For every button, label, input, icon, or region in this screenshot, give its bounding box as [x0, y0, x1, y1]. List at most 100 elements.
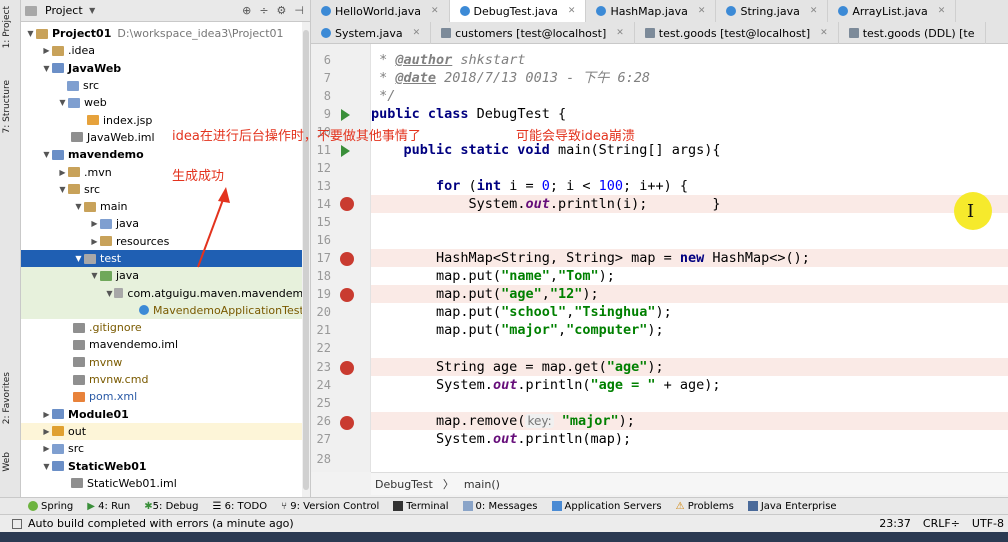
- tree-row[interactable]: ▼ java: [21, 267, 310, 285]
- chevron-down-icon[interactable]: ▼: [73, 202, 84, 211]
- tab-helloworld[interactable]: HelloWorld.java ✕: [311, 0, 450, 22]
- tree-row[interactable]: mavendemo.iml: [21, 336, 310, 353]
- close-icon[interactable]: ✕: [810, 6, 818, 16]
- tree-row[interactable]: ▼ src: [21, 181, 310, 198]
- favorites-tool-tab[interactable]: 2: Favorites: [2, 372, 12, 424]
- tree-row[interactable]: ▼ com.atguigu.maven.mavendemo: [21, 284, 310, 302]
- chevron-down-icon[interactable]: ▼: [25, 29, 36, 38]
- code-editor[interactable]: * @author shkstart * @date 2018/7/13 001…: [371, 44, 1008, 472]
- problems-tool-button[interactable]: ⚠ Problems: [676, 501, 734, 512]
- tree-row[interactable]: src: [21, 77, 310, 94]
- terminal-tool-button[interactable]: Terminal: [393, 500, 449, 512]
- chevron-down-icon[interactable]: ▼: [41, 150, 52, 159]
- tree-row[interactable]: ▶ Module01: [21, 406, 310, 423]
- status-icon[interactable]: [12, 518, 22, 529]
- chevron-down-icon[interactable]: ▼: [57, 185, 68, 194]
- tree-row[interactable]: ▶ resources: [21, 233, 310, 250]
- chevron-right-icon[interactable]: ▶: [41, 427, 52, 436]
- tab-debugtest[interactable]: DebugTest.java ✕: [449, 0, 587, 22]
- breakpoint-icon[interactable]: [340, 197, 354, 211]
- breakpoint-icon[interactable]: [340, 288, 354, 302]
- close-icon[interactable]: ✕: [568, 6, 576, 16]
- tree-row[interactable]: MavendemoApplicationTests: [21, 301, 310, 320]
- tree-row[interactable]: mvnw: [21, 354, 310, 371]
- status-message[interactable]: Auto build completed with errors (a minu…: [28, 517, 294, 530]
- tree-row[interactable]: .gitignore: [21, 319, 310, 336]
- breakpoint-icon[interactable]: [340, 416, 354, 430]
- todo-tool-button[interactable]: ☰ 6: TODO: [212, 501, 267, 512]
- close-icon[interactable]: ✕: [820, 28, 828, 38]
- file-encoding[interactable]: UTF-8: [972, 517, 1004, 530]
- chevron-right-icon[interactable]: ▶: [57, 168, 68, 177]
- close-icon[interactable]: ✕: [616, 28, 624, 38]
- chevron-down-icon[interactable]: ▼: [57, 98, 68, 107]
- tab-system[interactable]: System.java ✕: [311, 22, 432, 44]
- chevron-right-icon[interactable]: ▶: [41, 410, 52, 419]
- chevron-down-icon[interactable]: ▼: [89, 271, 100, 280]
- messages-tool-button[interactable]: 0: Messages: [462, 500, 538, 512]
- tree-row[interactable]: ▶ .idea: [21, 42, 310, 59]
- app-servers-tool-button[interactable]: Application Servers: [551, 500, 662, 512]
- close-icon[interactable]: ✕: [698, 6, 706, 16]
- chevron-right-icon[interactable]: ▶: [41, 46, 52, 55]
- tab-test-goods-ddl[interactable]: test.goods (DDL) [te: [839, 22, 986, 44]
- tab-arraylist[interactable]: ArrayList.java ✕: [828, 0, 957, 22]
- project-panel-title[interactable]: Project: [45, 4, 83, 17]
- debug-tool-button[interactable]: ✱5: Debug: [144, 501, 198, 512]
- tree-row[interactable]: ▶ out: [21, 422, 310, 441]
- vcs-tool-button[interactable]: ⑂ 9: Version Control: [281, 501, 379, 512]
- tab-string[interactable]: String.java ✕: [716, 0, 829, 22]
- run-main-icon[interactable]: [341, 145, 350, 157]
- tree-row[interactable]: ▶ .mvn: [21, 163, 310, 180]
- chevron-right-icon[interactable]: ▶: [41, 444, 52, 453]
- chevron-right-icon[interactable]: ▶: [89, 237, 100, 246]
- chevron-down-icon[interactable]: ▼: [105, 289, 114, 298]
- tree-row[interactable]: ▼ main: [21, 198, 310, 215]
- line-separator[interactable]: CRLF÷: [923, 517, 960, 530]
- web-tool-tab[interactable]: Web: [2, 452, 12, 472]
- jsp-file-icon: [87, 115, 99, 126]
- run-tool-button[interactable]: ▶ 4: Run: [87, 501, 130, 512]
- tree-row[interactable]: ▼ JavaWeb: [21, 60, 310, 77]
- breadcrumb-method[interactable]: main(): [464, 478, 500, 491]
- close-icon[interactable]: ✕: [413, 28, 421, 38]
- caret-position[interactable]: 23:37: [879, 517, 911, 530]
- project-tool-tab[interactable]: 1: Project: [2, 6, 12, 48]
- close-icon[interactable]: ✕: [431, 6, 439, 16]
- tree-row[interactable]: ▼ mavendemo: [21, 146, 310, 163]
- code-line: public class DebugTest {: [371, 106, 567, 122]
- tree-row[interactable]: ▶ src: [21, 440, 310, 457]
- collapse-icon[interactable]: ÷: [259, 4, 268, 17]
- tree-row[interactable]: ▼ StaticWeb01: [21, 457, 310, 474]
- tree-row[interactable]: ▼ web: [21, 94, 310, 111]
- chevron-down-icon[interactable]: ▼: [87, 6, 98, 15]
- tree-row[interactable]: StaticWeb01.iml: [21, 475, 310, 492]
- spring-tool-button[interactable]: Spring: [28, 500, 73, 512]
- run-class-icon[interactable]: [341, 109, 350, 121]
- breakpoint-icon[interactable]: [340, 361, 354, 375]
- locate-icon[interactable]: ⊕: [242, 4, 251, 17]
- java-enterprise-tool-button[interactable]: Java Enterprise: [747, 500, 837, 512]
- tab-test-goods[interactable]: test.goods [test@localhost] ✕: [635, 22, 839, 44]
- status-bar: Auto build completed with errors (a minu…: [0, 514, 1008, 532]
- tab-customers[interactable]: customers [test@localhost] ✕: [431, 22, 635, 44]
- chevron-right-icon[interactable]: ▶: [89, 219, 100, 228]
- tree-row[interactable]: ▶ java: [21, 215, 310, 232]
- tree-row-selected[interactable]: ▼ test: [21, 249, 310, 268]
- scrollbar-thumb[interactable]: [303, 30, 309, 490]
- structure-tool-tab[interactable]: 7: Structure: [2, 80, 12, 134]
- tree-row[interactable]: pom.xml: [21, 388, 310, 405]
- gear-icon[interactable]: ⚙: [277, 4, 287, 17]
- chevron-down-icon[interactable]: ▼: [41, 64, 52, 73]
- tab-hashmap[interactable]: HashMap.java ✕: [586, 0, 717, 22]
- chevron-down-icon[interactable]: ▼: [41, 462, 52, 471]
- breakpoint-icon[interactable]: [340, 252, 354, 266]
- tree-row[interactable]: mvnw.cmd: [21, 371, 310, 388]
- breadcrumb-class[interactable]: DebugTest: [375, 478, 433, 491]
- chevron-down-icon[interactable]: ▼: [73, 254, 84, 263]
- project-scrollbar[interactable]: [302, 22, 310, 497]
- text-cursor-icon: I: [967, 201, 975, 222]
- close-icon[interactable]: ✕: [938, 6, 946, 16]
- hide-icon[interactable]: ⊣: [294, 4, 304, 17]
- tree-row-project01[interactable]: ▼ Project01 D:\workspace_idea3\Project01: [21, 25, 310, 42]
